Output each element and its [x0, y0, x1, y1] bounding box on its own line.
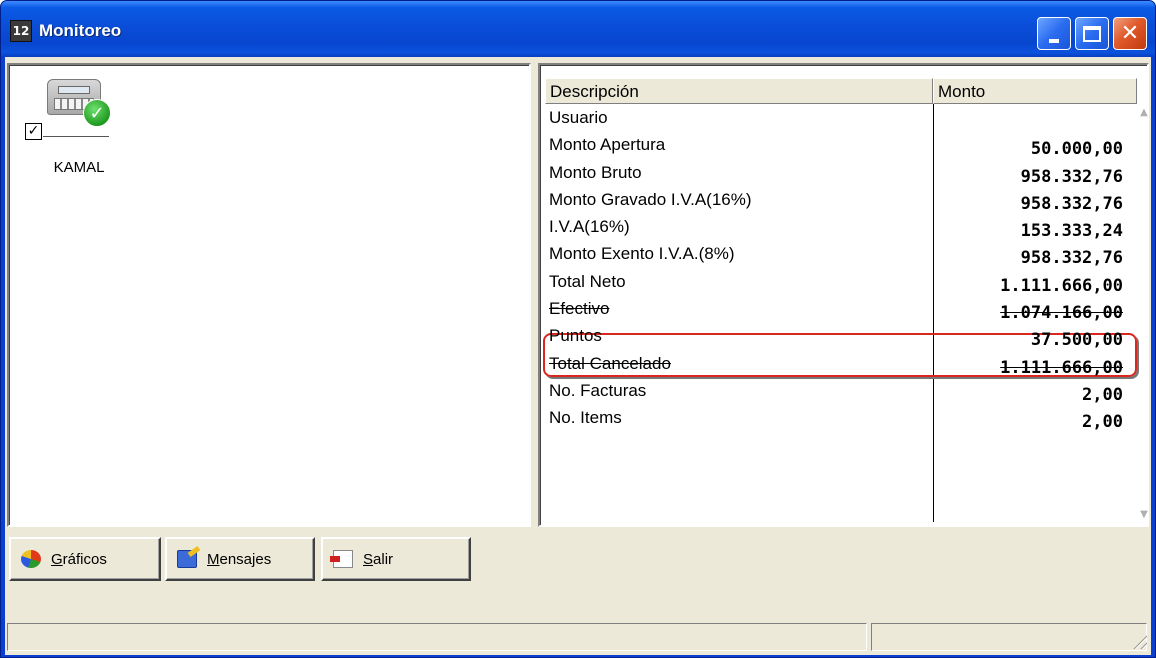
- row-description: Total Neto: [549, 271, 626, 291]
- graficos-button[interactable]: Gráficos: [9, 537, 161, 581]
- row-amount: 1.111.666,00: [1000, 275, 1123, 296]
- message-pencil-icon: [177, 550, 197, 568]
- row-description: No. Facturas: [549, 380, 647, 400]
- row-amount: 50.000,00: [1030, 139, 1123, 160]
- close-button[interactable]: ✕: [1113, 17, 1147, 50]
- row-description: I.V.A(16%): [549, 217, 630, 237]
- status-pane-secondary: [871, 623, 1147, 651]
- table-row[interactable]: Monto Exento I.V.A.(8%) 958.332,76: [549, 242, 1133, 269]
- row-amount: 958.332,76: [1020, 166, 1123, 187]
- status-pane-main: [7, 623, 867, 651]
- register-connector: [43, 131, 109, 137]
- summary-grid[interactable]: Descripción Monto Usuario Monto Apertura 5…: [538, 63, 1149, 527]
- row-amount: 153.333,24: [1020, 221, 1123, 242]
- maximize-button[interactable]: [1075, 17, 1109, 50]
- table-row[interactable]: Monto Bruto 958.332,76: [549, 161, 1133, 188]
- column-header-description[interactable]: Descripción: [545, 78, 933, 104]
- table-row[interactable]: Efectivo 1.074.166,00: [549, 297, 1133, 324]
- app-icon[interactable]: 12: [10, 20, 32, 42]
- client-area: ✓ ✓ KAMAL Descripción Monto Usuario Monto…: [5, 57, 1151, 655]
- status-bar: [5, 621, 1151, 653]
- mensajes-label: Mensajes: [207, 550, 272, 568]
- register-list-panel[interactable]: ✓ ✓ KAMAL: [7, 63, 531, 527]
- table-row[interactable]: Monto Gravado I.V.A(16%) 958.332,76: [549, 188, 1133, 215]
- grid-rows: Usuario Monto Apertura 50.000,00 Monto Brut…: [543, 106, 1137, 434]
- row-description: Monto Apertura: [549, 135, 666, 155]
- minimize-icon: [1049, 38, 1059, 43]
- register-name: KAMAL: [53, 159, 105, 176]
- row-amount: 2,00: [1082, 412, 1123, 433]
- scroll-down-icon[interactable]: ▼: [1137, 508, 1151, 522]
- row-description: No. Items: [549, 408, 622, 428]
- title-bar[interactable]: 12 Monitoreo ✕: [1, 1, 1155, 57]
- row-amount: 2,00: [1082, 384, 1123, 405]
- table-row[interactable]: Total Neto 1.111.666,00: [549, 270, 1133, 297]
- register-display: [58, 86, 90, 94]
- exit-door-icon: [330, 550, 353, 568]
- table-row[interactable]: Total Cancelado 1.111.666,00: [549, 352, 1133, 379]
- column-header-amount[interactable]: Monto: [933, 78, 1137, 104]
- row-description: Efectivo: [549, 299, 610, 319]
- window-title: Monitoreo: [39, 21, 122, 40]
- scroll-up-icon[interactable]: ▲: [1137, 106, 1151, 120]
- table-row[interactable]: I.V.A(16%) 153.333,24: [549, 215, 1133, 242]
- row-amount: 958.332,76: [1020, 248, 1123, 269]
- table-row[interactable]: Usuario: [549, 106, 1133, 133]
- row-amount: 958.332,76: [1020, 193, 1123, 214]
- row-amount: 1.111.666,00: [1000, 357, 1123, 378]
- close-icon: ✕: [1120, 20, 1140, 46]
- row-description: Monto Bruto: [549, 162, 642, 182]
- maximize-icon: [1083, 25, 1101, 42]
- row-description: Usuario: [549, 108, 608, 127]
- row-description: Monto Exento I.V.A.(8%): [549, 244, 735, 264]
- graficos-label: Gráficos: [51, 550, 107, 568]
- salir-button[interactable]: Salir: [321, 537, 471, 581]
- row-description: Puntos: [549, 326, 602, 346]
- table-row[interactable]: Monto Apertura 50.000,00: [549, 133, 1133, 160]
- vertical-scrollbar[interactable]: ▲ ▼: [1137, 106, 1151, 522]
- row-description: Total Cancelado: [549, 353, 671, 373]
- row-amount: 37.500,00: [1030, 330, 1123, 351]
- online-check-icon: ✓: [83, 99, 111, 127]
- minimize-button[interactable]: [1037, 17, 1071, 50]
- register-item[interactable]: ✓ ✓ KAMAL: [25, 71, 117, 183]
- table-row[interactable]: Puntos 37.500,00: [549, 324, 1133, 351]
- salir-label: Salir: [363, 550, 394, 568]
- table-row[interactable]: No. Facturas 2,00: [549, 379, 1133, 406]
- mensajes-button[interactable]: Mensajes: [165, 537, 315, 581]
- row-description: Monto Gravado I.V.A(16%): [549, 189, 752, 209]
- register-checkbox[interactable]: ✓: [25, 123, 42, 140]
- table-row[interactable]: No. Items 2,00: [549, 406, 1133, 433]
- monitoreo-window: 12 Monitoreo ✕ ✓ ✓ KAMAL Descripción Mon…: [0, 0, 1156, 658]
- row-amount: 1.074.166,00: [1000, 303, 1123, 324]
- pie-chart-icon: [21, 550, 41, 568]
